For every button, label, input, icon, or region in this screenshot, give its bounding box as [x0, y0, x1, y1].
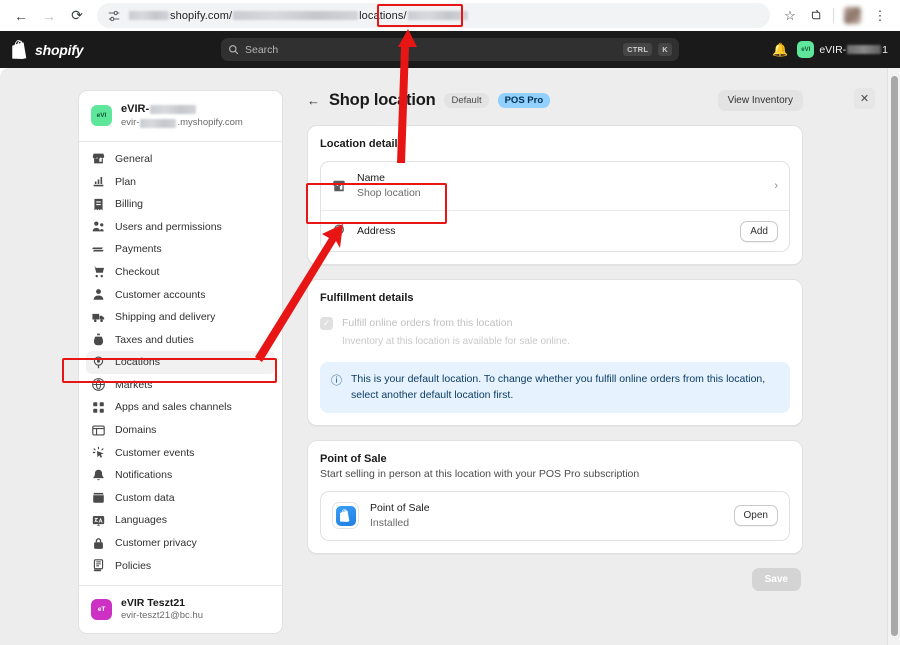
annotation-arrows — [255, 29, 417, 362]
screen: ← → ⟳ shopify.com/ locations / ☆ ⋮ shopi… — [0, 0, 900, 645]
locations-to-name-row-arrow — [255, 224, 343, 362]
name-row-to-url-arrow — [397, 29, 417, 163]
